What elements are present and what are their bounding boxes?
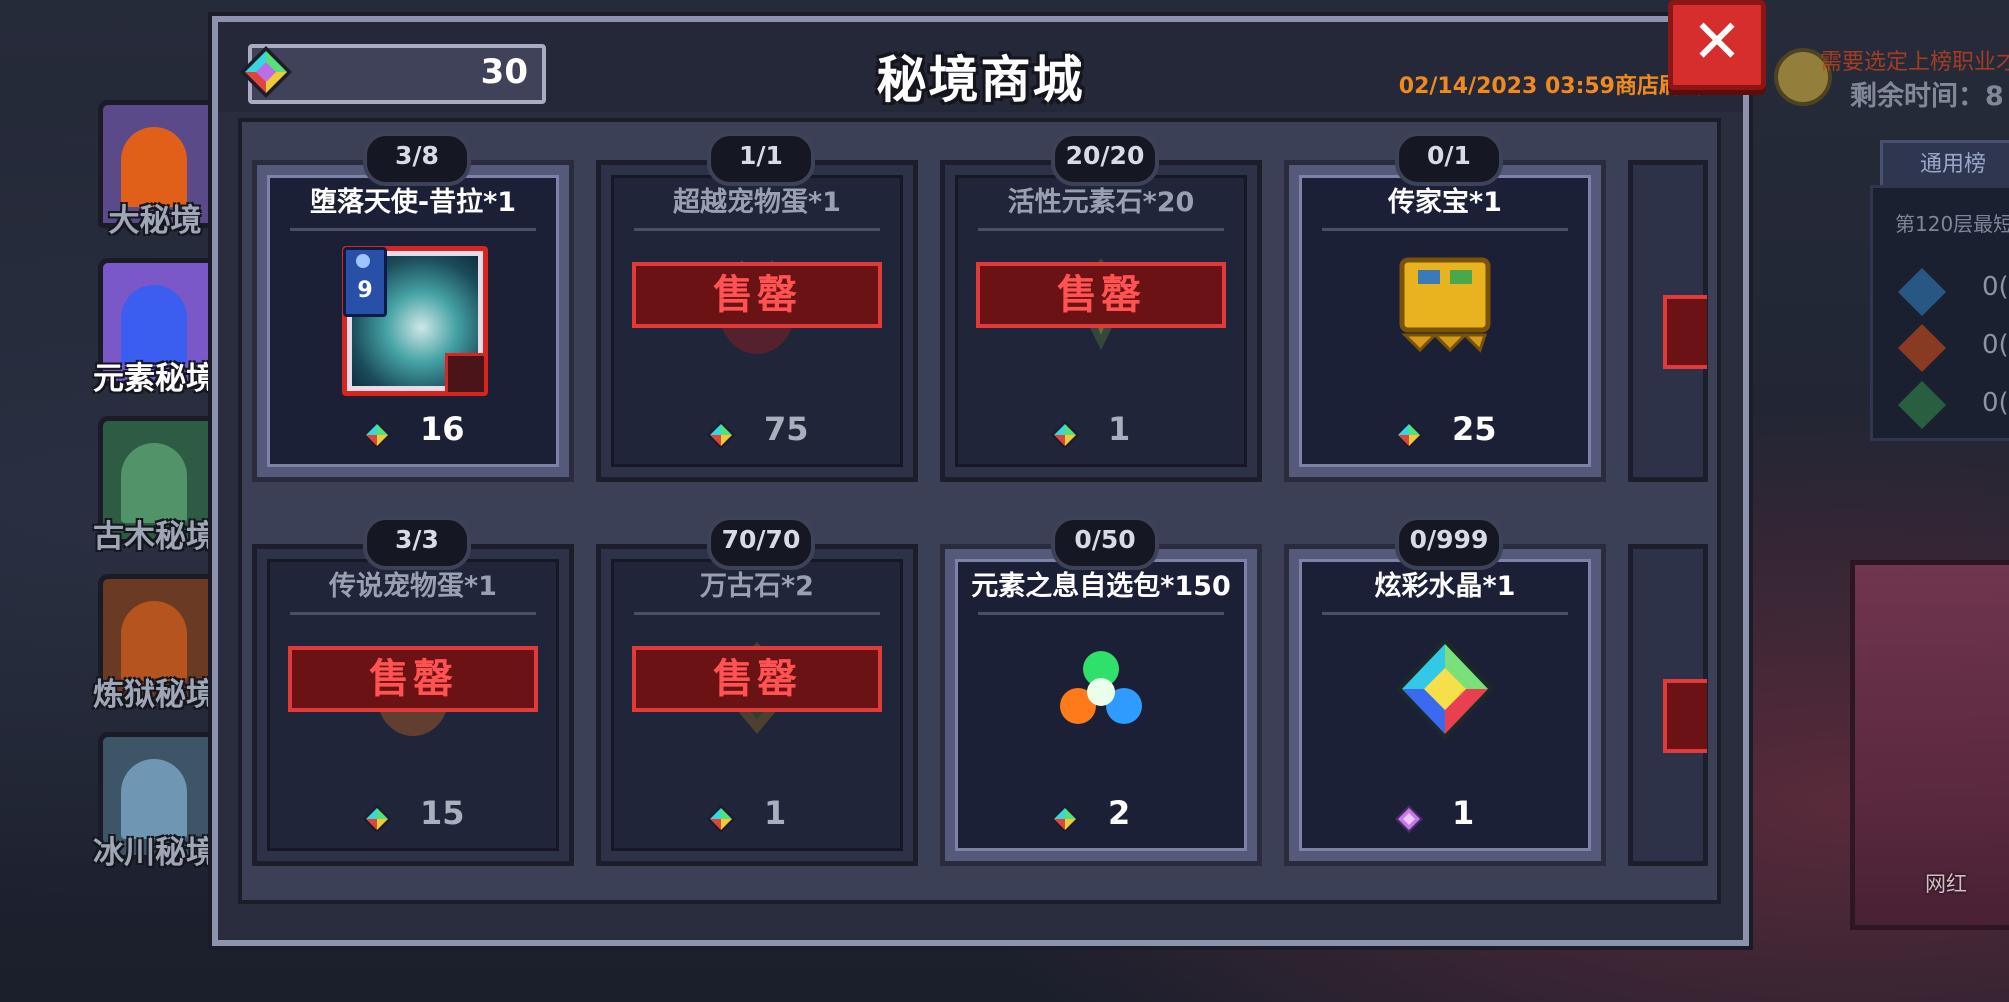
sidebar-item-label: 元素秘境 bbox=[93, 361, 217, 397]
sidebar-item-label: 古木秘境 bbox=[93, 519, 217, 555]
divider bbox=[290, 612, 536, 615]
divider bbox=[634, 228, 880, 231]
sidebar-item-label: 炼狱秘境 bbox=[93, 677, 217, 713]
sold-out-badge-partial bbox=[1663, 295, 1707, 369]
shop-item-card: 1/1 超越宠物蛋*1 售罄 75 bbox=[596, 132, 918, 482]
ranking-value: 0( bbox=[1982, 330, 2009, 360]
purple-gem-icon bbox=[1394, 804, 1424, 834]
hero-portrait-icon: 9 bbox=[342, 246, 488, 396]
leaderboard-panel: 需要选定上榜职业才 剩余时间：8 通用榜 第120层最短 0( 0( 0( 网红 bbox=[1720, 0, 2009, 1002]
rainbow-gem-icon bbox=[362, 804, 392, 834]
rainbow-gem-icon bbox=[1050, 804, 1080, 834]
shop-item-card[interactable]: 0/999 炫彩水晶*1 1 bbox=[1284, 516, 1606, 866]
item-price: 75 bbox=[764, 410, 809, 448]
npc-name: 网红 bbox=[1925, 872, 1967, 896]
close-button[interactable]: ✕ bbox=[1668, 0, 1766, 90]
item-name: 传说宠物蛋*1 bbox=[329, 571, 497, 602]
sidebar-item-element-realm[interactable]: 元素秘境 bbox=[80, 253, 230, 403]
shop-refresh-time: 02/14/2023 03:59商店刷新 bbox=[1398, 74, 1703, 99]
rainbow-gem-icon bbox=[362, 420, 392, 450]
sold-out-badge: 售罄 bbox=[632, 646, 882, 712]
rainbow-gem-icon bbox=[706, 804, 736, 834]
sidebar-item-label: 大秘境 bbox=[108, 203, 202, 239]
shop-grid: 3/8 堕落天使-昔拉*1 9 16 1/1 超越宠物蛋*1 售罄 75 20/20 活性元素石*… bbox=[238, 118, 1721, 904]
realm-shop-dialog: 30 秘境商城 02/14/2023 03:59商店刷新 3/8 堕落天使-昔拉*… bbox=[212, 16, 1749, 946]
element-badge-icon bbox=[445, 353, 487, 395]
hero-level: 9 bbox=[357, 278, 373, 303]
divider bbox=[634, 612, 880, 615]
sidebar-item-great-realm[interactable]: 大秘境 bbox=[80, 95, 230, 245]
sold-out-badge: 售罄 bbox=[632, 262, 882, 328]
purchase-count: 0/50 bbox=[1051, 516, 1159, 570]
remaining-time: 剩余时间：8 bbox=[1850, 81, 2004, 112]
shop-item-card[interactable]: 3/8 堕落天使-昔拉*1 9 16 bbox=[252, 132, 574, 482]
item-price: 2 bbox=[1108, 794, 1131, 832]
ranking-value: 0( bbox=[1982, 272, 2009, 302]
sold-out-badge-partial bbox=[1663, 679, 1707, 753]
rainbow-gem-icon bbox=[1050, 420, 1080, 450]
leaderboard-notice: 需要选定上榜职业才 bbox=[1820, 50, 2009, 75]
divider bbox=[1322, 612, 1568, 615]
rainbow-gem-icon bbox=[706, 420, 736, 450]
ranking-value: 0( bbox=[1982, 388, 2009, 418]
item-name: 超越宠物蛋*1 bbox=[673, 187, 841, 218]
purchase-count: 70/70 bbox=[707, 516, 815, 570]
shop-item-card-partial[interactable] bbox=[1628, 160, 1708, 482]
item-name: 炫彩水晶*1 bbox=[1374, 571, 1516, 602]
sidebar-item-ancient-wood-realm[interactable]: 古木秘境 bbox=[80, 411, 230, 561]
sidebar-item-label: 冰川秘境 bbox=[93, 835, 217, 871]
rainbow-gem-icon bbox=[1394, 420, 1424, 450]
purchase-count: 0/999 bbox=[1395, 516, 1503, 570]
item-price: 16 bbox=[420, 410, 465, 448]
divider bbox=[290, 228, 536, 231]
purchase-count: 3/3 bbox=[363, 516, 471, 570]
shop-item-card[interactable]: 0/1 传家宝*1 25 bbox=[1284, 132, 1606, 482]
shop-item-card: 70/70 万古石*2 售罄 1 bbox=[596, 516, 918, 866]
item-price: 25 bbox=[1452, 410, 1497, 448]
shop-item-card: 3/3 传说宠物蛋*1 售罄 15 bbox=[252, 516, 574, 866]
element-breath-icon bbox=[1046, 634, 1156, 744]
prism-crystal-icon bbox=[1390, 634, 1500, 744]
divider bbox=[978, 612, 1224, 615]
item-name: 元素之息自选包*150 bbox=[971, 571, 1231, 602]
item-name: 万古石*2 bbox=[700, 571, 814, 602]
level-badge: 9 bbox=[343, 247, 387, 317]
sidebar-item-purgatory-realm[interactable]: 炼狱秘境 bbox=[80, 569, 230, 719]
item-price: 1 bbox=[1108, 410, 1131, 448]
shop-item-card[interactable]: 0/50 元素之息自选包*150 2 bbox=[940, 516, 1262, 866]
sold-out-badge: 售罄 bbox=[976, 262, 1226, 328]
divider bbox=[1322, 228, 1568, 231]
divider bbox=[978, 228, 1224, 231]
purchase-count: 3/8 bbox=[363, 132, 471, 186]
close-icon: ✕ bbox=[1691, 7, 1743, 77]
purchase-count: 20/20 bbox=[1051, 132, 1159, 186]
item-name: 活性元素石*20 bbox=[1007, 187, 1195, 218]
purchase-count: 0/1 bbox=[1395, 132, 1503, 186]
shop-item-card: 20/20 活性元素石*20 售罄 1 bbox=[940, 132, 1262, 482]
item-name: 传家宝*1 bbox=[1388, 187, 1502, 218]
item-name: 堕落天使-昔拉*1 bbox=[309, 187, 517, 218]
floor-label: 第120层最短 bbox=[1895, 212, 2009, 236]
purchase-count: 1/1 bbox=[707, 132, 815, 186]
item-price: 1 bbox=[764, 794, 787, 832]
sold-out-badge: 售罄 bbox=[288, 646, 538, 712]
sidebar-item-glacier-realm[interactable]: 冰川秘境 bbox=[80, 727, 230, 877]
item-price: 1 bbox=[1452, 794, 1475, 832]
heirloom-icon bbox=[1390, 250, 1500, 360]
shop-item-card-partial[interactable] bbox=[1628, 544, 1708, 866]
item-price: 15 bbox=[420, 794, 465, 832]
